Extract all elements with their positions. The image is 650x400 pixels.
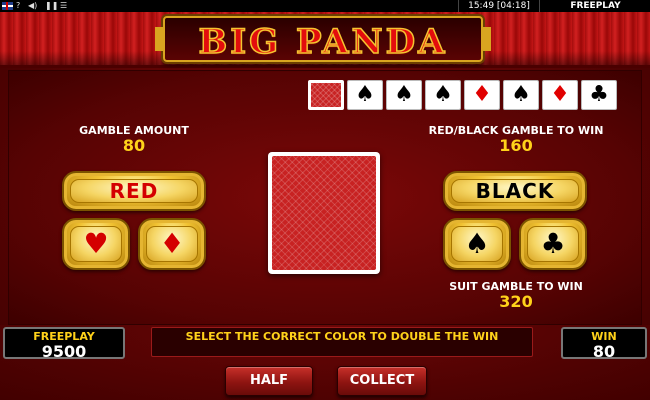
history-card-spade: ♠	[386, 80, 422, 110]
history-card-club: ♣	[581, 80, 617, 110]
history-card-spade: ♠	[503, 80, 539, 110]
message-box: SELECT THE CORRECT COLOR TO DOUBLE THE W…	[151, 327, 533, 357]
win-value: 80	[592, 342, 616, 361]
mode-indicator: FREEPLAY	[570, 1, 621, 11]
history-card-spade: ♠	[347, 80, 383, 110]
black-button-label: BLACK	[475, 179, 555, 203]
win-box: WIN 80	[561, 327, 647, 361]
card-back-pattern	[272, 156, 376, 270]
spade-suit-button[interactable]: ♠	[443, 218, 511, 270]
suit-win-value: 320	[499, 292, 533, 311]
collect-button[interactable]: COLLECT	[337, 366, 427, 396]
spade-icon: ♠	[464, 227, 490, 260]
club-icon: ♣	[540, 227, 566, 260]
sound-icon[interactable]: ◀)	[28, 0, 37, 12]
redblack-win-value: 160	[499, 136, 533, 155]
game-title: BIG PANDA	[198, 21, 448, 63]
menu-icon[interactable]: ☰	[60, 0, 67, 12]
uk-flag-icon[interactable]	[2, 2, 13, 10]
diamond-suit-button[interactable]: ♦	[138, 218, 206, 270]
red-button-label: RED	[109, 179, 159, 203]
pause-icon[interactable]: ❚❚	[45, 0, 58, 12]
question-icon[interactable]: ?	[16, 0, 20, 12]
status-bar: ? ◀) ❚❚ ☰ 15:49 [04:18] FREEPLAY	[0, 0, 650, 12]
heart-icon: ♥	[83, 227, 109, 260]
red-button[interactable]: RED	[62, 171, 206, 211]
history-card-spade: ♠	[425, 80, 461, 110]
heart-suit-button[interactable]: ♥	[62, 218, 130, 270]
card-history: ♠ ♠ ♠ ♦ ♠ ♦ ♣	[308, 80, 617, 110]
gamble-amount-value: 80	[122, 136, 146, 155]
diamond-icon: ♦	[159, 227, 185, 260]
black-button[interactable]: BLACK	[443, 171, 587, 211]
game-logo: BIG PANDA	[155, 16, 491, 63]
instruction-message: SELECT THE CORRECT COLOR TO DOUBLE THE W…	[185, 330, 499, 343]
half-button[interactable]: HALF	[225, 366, 313, 396]
gamble-card	[268, 152, 380, 274]
clock: 15:49 [04:18]	[458, 0, 540, 12]
history-card-diamond: ♦	[464, 80, 500, 110]
history-card-back	[308, 80, 344, 110]
freeplay-balance-box: FREEPLAY 9500	[3, 327, 125, 361]
club-suit-button[interactable]: ♣	[519, 218, 587, 270]
history-card-diamond: ♦	[542, 80, 578, 110]
freeplay-value: 9500	[41, 342, 87, 361]
